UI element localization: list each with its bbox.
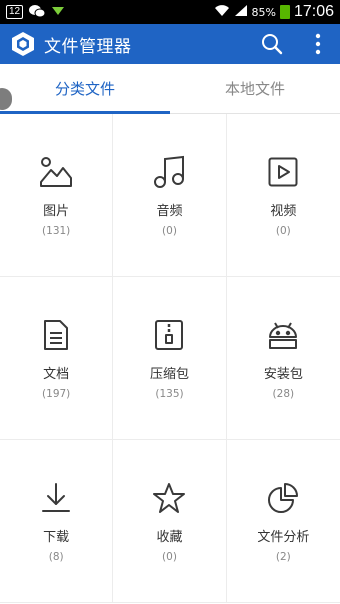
category-count: (0) — [275, 224, 291, 237]
app-title: 文件管理器 — [44, 36, 132, 57]
category-count: (197) — [42, 387, 71, 400]
arrow-notification-icon — [51, 5, 65, 20]
category-label: 安装包 — [263, 366, 303, 382]
image-icon — [38, 154, 74, 190]
battery-icon — [279, 5, 290, 19]
category-apks[interactable]: 安装包 (28) — [226, 277, 340, 440]
app-bar-actions — [260, 32, 330, 56]
category-images[interactable]: 图片 (131) — [0, 114, 114, 277]
category-label: 视频 — [270, 203, 297, 219]
search-icon[interactable] — [260, 32, 284, 56]
more-options-icon[interactable] — [306, 32, 330, 56]
category-grid: 图片 (131) 音频 (0) 视频 (0) 文档 (197) 压缩包 (135… — [0, 114, 340, 603]
download-icon — [38, 480, 74, 516]
category-count: (2) — [275, 550, 291, 563]
status-bar-right: 85% 17:06 — [214, 3, 334, 21]
category-label: 文档 — [43, 366, 70, 382]
category-file-analysis[interactable]: 文件分析 (2) — [226, 440, 340, 603]
category-count: (28) — [272, 387, 295, 400]
category-documents[interactable]: 文档 (197) — [0, 277, 114, 440]
pie-chart-icon — [265, 480, 301, 516]
app-bar: 文件管理器 — [0, 24, 340, 64]
status-bar-left: 12 — [6, 4, 65, 21]
category-downloads[interactable]: 下载 (8) — [0, 440, 114, 603]
app-logo-icon — [10, 31, 36, 57]
category-count: (0) — [162, 224, 177, 237]
status-bar: 12 85% 17:06 — [0, 0, 340, 24]
tab-bar: 分类文件 本地文件 — [0, 64, 340, 114]
category-archives[interactable]: 压缩包 (135) — [113, 277, 227, 440]
category-count: (135) — [155, 387, 184, 400]
category-video[interactable]: 视频 (0) — [226, 114, 340, 277]
category-favorites[interactable]: 收藏 (0) — [113, 440, 227, 603]
document-icon — [38, 317, 74, 353]
android-icon — [265, 317, 301, 353]
category-label: 文件分析 — [257, 529, 310, 545]
tab-local-files[interactable]: 本地文件 — [170, 64, 340, 113]
star-icon — [151, 480, 187, 516]
category-label: 图片 — [43, 203, 70, 219]
category-count: (8) — [48, 550, 64, 563]
category-count: (0) — [162, 550, 177, 563]
phone-screen: 12 85% 17:06 文件管理器 分类文件 本地文件 图片 (131) 音频… — [0, 0, 340, 604]
signal-icon — [234, 4, 248, 20]
archive-icon — [151, 317, 187, 353]
category-label: 下载 — [43, 529, 70, 545]
clock: 17:06 — [293, 3, 334, 20]
category-count: (131) — [42, 224, 71, 237]
battery-percent: 85% — [251, 5, 276, 19]
category-audio[interactable]: 音频 (0) — [113, 114, 227, 277]
active-tab-indicator — [0, 111, 170, 114]
music-note-icon — [151, 154, 187, 190]
tab-categories[interactable]: 分类文件 — [0, 64, 170, 113]
notification-badge: 12 — [6, 5, 24, 19]
video-play-icon — [265, 154, 301, 190]
category-label: 压缩包 — [149, 366, 189, 382]
category-label: 收藏 — [156, 529, 183, 545]
wechat-icon — [29, 4, 46, 21]
wifi-icon — [214, 4, 230, 20]
category-label: 音频 — [156, 203, 183, 219]
